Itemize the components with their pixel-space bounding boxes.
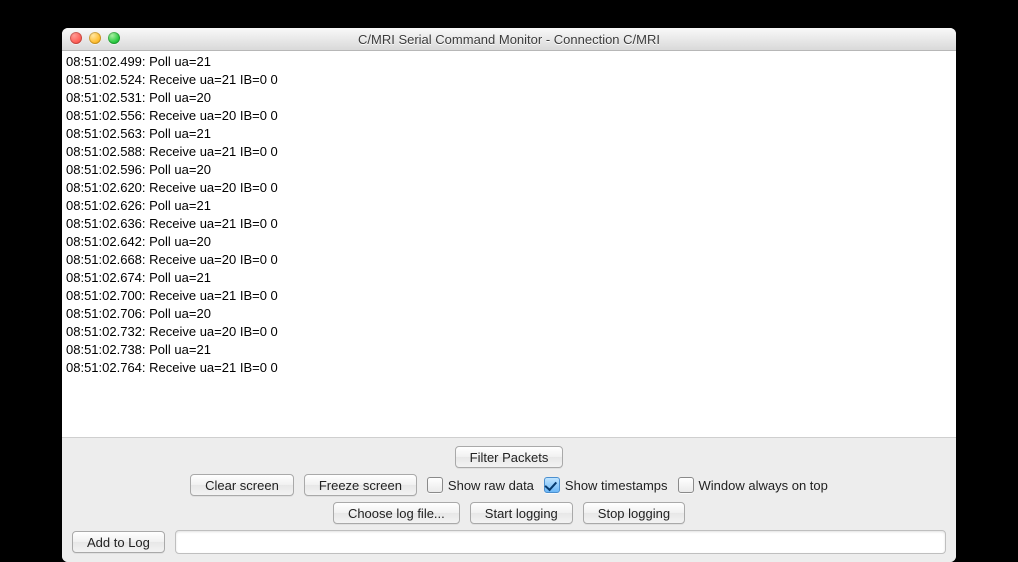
log-line: 08:51:02.499: Poll ua=21 — [66, 53, 952, 71]
window-on-top-checkbox[interactable]: Window always on top — [678, 477, 828, 493]
log-line: 08:51:02.642: Poll ua=20 — [66, 233, 952, 251]
traffic-lights — [70, 32, 120, 44]
log-line: 08:51:02.524: Receive ua=21 IB=0 0 — [66, 71, 952, 89]
window-title: C/MRI Serial Command Monitor - Connectio… — [358, 32, 660, 47]
app-window: C/MRI Serial Command Monitor - Connectio… — [62, 28, 956, 562]
log-line: 08:51:02.620: Receive ua=20 IB=0 0 — [66, 179, 952, 197]
checkbox-icon — [544, 477, 560, 493]
minimize-icon[interactable] — [89, 32, 101, 44]
controls-panel: Filter Packets Clear screen Freeze scree… — [62, 437, 956, 562]
log-line: 08:51:02.700: Receive ua=21 IB=0 0 — [66, 287, 952, 305]
close-icon[interactable] — [70, 32, 82, 44]
log-line: 08:51:02.563: Poll ua=21 — [66, 125, 952, 143]
filter-packets-button[interactable]: Filter Packets — [455, 446, 564, 468]
log-line: 08:51:02.588: Receive ua=21 IB=0 0 — [66, 143, 952, 161]
log-message-input[interactable] — [175, 530, 946, 554]
log-line: 08:51:02.636: Receive ua=21 IB=0 0 — [66, 215, 952, 233]
log-line: 08:51:02.674: Poll ua=21 — [66, 269, 952, 287]
show-timestamps-label: Show timestamps — [565, 478, 668, 493]
log-line: 08:51:02.531: Poll ua=20 — [66, 89, 952, 107]
zoom-icon[interactable] — [108, 32, 120, 44]
log-output[interactable]: 08:51:02.499: Poll ua=2108:51:02.524: Re… — [62, 51, 956, 437]
add-to-log-button[interactable]: Add to Log — [72, 531, 165, 553]
titlebar[interactable]: C/MRI Serial Command Monitor - Connectio… — [62, 28, 956, 51]
window-on-top-label: Window always on top — [699, 478, 828, 493]
log-line: 08:51:02.764: Receive ua=21 IB=0 0 — [66, 359, 952, 377]
checkbox-icon — [427, 477, 443, 493]
log-line: 08:51:02.596: Poll ua=20 — [66, 161, 952, 179]
show-raw-data-checkbox[interactable]: Show raw data — [427, 477, 534, 493]
log-line: 08:51:02.706: Poll ua=20 — [66, 305, 952, 323]
choose-log-file-button[interactable]: Choose log file... — [333, 502, 460, 524]
clear-screen-button[interactable]: Clear screen — [190, 474, 294, 496]
log-line: 08:51:02.668: Receive ua=20 IB=0 0 — [66, 251, 952, 269]
checkbox-icon — [678, 477, 694, 493]
show-timestamps-checkbox[interactable]: Show timestamps — [544, 477, 668, 493]
log-line: 08:51:02.556: Receive ua=20 IB=0 0 — [66, 107, 952, 125]
show-raw-data-label: Show raw data — [448, 478, 534, 493]
freeze-screen-button[interactable]: Freeze screen — [304, 474, 417, 496]
log-line: 08:51:02.732: Receive ua=20 IB=0 0 — [66, 323, 952, 341]
start-logging-button[interactable]: Start logging — [470, 502, 573, 524]
log-line: 08:51:02.626: Poll ua=21 — [66, 197, 952, 215]
log-line: 08:51:02.738: Poll ua=21 — [66, 341, 952, 359]
stop-logging-button[interactable]: Stop logging — [583, 502, 685, 524]
